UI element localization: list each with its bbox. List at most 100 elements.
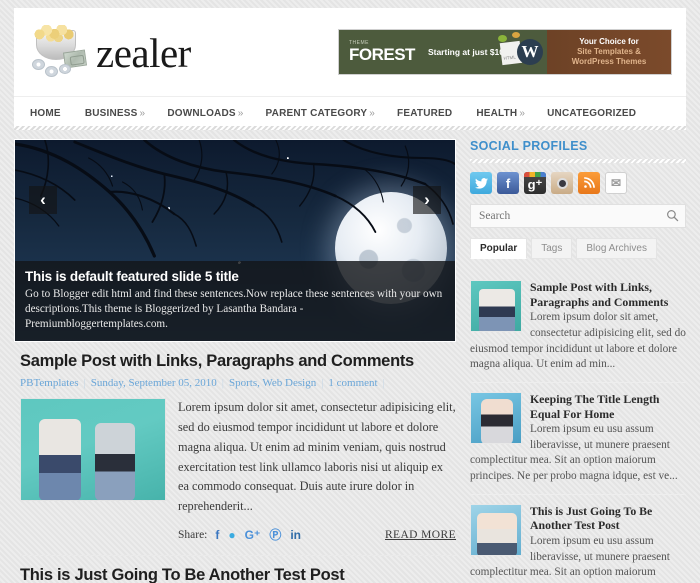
nav-item-business[interactable]: BUSINESS» [85,108,146,119]
main-column: ‹ › This is default featured slide 5 tit… [14,139,456,583]
popular-post-thumbnail[interactable] [470,280,522,332]
read-more-link[interactable]: READ MORE [385,529,456,541]
share-linkedin-icon[interactable]: in [290,528,301,542]
search-box [470,204,686,228]
tab-tags[interactable]: Tags [531,238,573,259]
chevron-right-icon: » [369,108,376,119]
featured-slider[interactable]: ‹ › This is default featured slide 5 tit… [14,139,456,342]
post-author-link[interactable]: PBTemplates [20,377,79,389]
post-item: This is Just Going To Be Another Test Po… [14,556,456,583]
share-row: Share: f ● G⁺ Ⓟ in READ MORE [178,526,456,543]
tab-popular[interactable]: Popular [470,238,528,259]
disc-icon [45,66,58,77]
post-title-link[interactable]: This is Just Going To Be Another Test Po… [20,566,456,583]
banner-right-panel: Your Choice for Site Templates & WordPre… [547,30,671,74]
meta-separator: | [382,376,385,389]
nav-item-health[interactable]: HEALTH» [476,108,525,119]
tab-blog-archives[interactable]: Blog Archives [576,238,657,259]
share-label: Share: [178,528,208,541]
share-facebook-icon[interactable]: f [215,528,219,542]
content-area: ‹ › This is default featured slide 5 tit… [14,139,686,583]
post-meta: PBTemplates | Sunday, September 05, 2010 | S… [20,377,456,389]
post-item: Sample Post with Links, Paragraphs and C… [14,342,456,557]
themeforest-logo: THEME FOREST [349,41,415,64]
themeforest-banner-ad[interactable]: THEME FOREST Starting at just $10 ▸ HTML… [338,29,672,75]
post-date-link[interactable]: Sunday, September 05, 2010 [91,377,217,389]
email-icon[interactable]: ✉ [605,172,627,194]
popular-post-item[interactable]: This is Just Going To Be Another Test Po… [470,495,686,583]
nav-label: PARENT CATEGORY [265,108,368,119]
popular-posts-widget: Sample Post with Links, Paragraphs and C… [470,271,686,583]
post-comments-link[interactable]: 1 comment [328,377,377,389]
food-blob-icon [512,32,520,38]
facebook-icon[interactable]: f [497,172,519,194]
site-header: zealer THEME FOREST Starting at just $10… [14,8,686,96]
share-googleplus-icon[interactable]: G⁺ [245,528,261,542]
post-categories-link[interactable]: Sports, Web Design [229,377,316,389]
twitter-bird-glyph [474,177,488,189]
banner-tagline-2: Site Templates & [577,47,641,56]
disc-icon [59,64,71,74]
nav-label: HOME [30,108,61,119]
site-logo[interactable]: zealer [30,25,191,80]
nav-item-parent-category[interactable]: PARENT CATEGORY» [266,108,375,119]
post-thumbnail[interactable] [20,397,166,501]
nav-label: DOWNLOADS [167,108,236,119]
post-text-block: Lorem ipsum dolor sit amet, consectetur … [178,398,456,543]
nav-item-home[interactable]: HOME [30,108,63,119]
search-icon[interactable] [666,209,679,222]
slider-prev-button[interactable]: ‹ [29,186,57,214]
banner-tagline-1: Your Choice for [579,37,639,46]
site-title: zealer [96,29,191,76]
post-excerpt: Lorem ipsum dolor sit amet, consectetur … [178,399,456,514]
social-icon-row: f g⁺ ✉ [470,172,686,194]
sidebar-tabs: Popular Tags Blog Archives [470,238,686,259]
camera-lens-glyph [556,177,568,189]
twitter-icon[interactable] [470,172,492,194]
popular-post-thumbnail[interactable] [470,391,522,444]
gplus-glyph: g⁺ [527,177,543,192]
site-container: zealer THEME FOREST Starting at just $10… [14,8,686,583]
nav-label: UNCATEGORIZED [547,108,637,119]
meta-separator: | [83,376,86,389]
nav-label: BUSINESS [84,108,138,119]
tree-branches-image [15,140,455,258]
chevron-right-icon: » [519,108,526,119]
banner-artwork: HTML W [493,30,551,74]
instagram-icon[interactable] [551,172,573,194]
popular-post-thumbnail[interactable] [470,503,522,556]
slide-title: This is default featured slide 5 title [25,268,239,284]
slider-next-button[interactable]: › [413,186,441,214]
banner-tagline-3: WordPress Themes [571,57,647,66]
wordpress-icon: W [517,39,543,65]
chevron-right-icon: » [139,108,146,119]
paper-label: HTML [503,54,517,61]
popular-post-item[interactable]: Keeping The Title Length Equal For Home … [470,383,686,495]
share-pinterest-icon[interactable]: Ⓟ [269,526,281,543]
post-title-link[interactable]: Sample Post with Links, Paragraphs and C… [20,352,456,372]
disc-icon [32,59,45,70]
meta-separator: | [221,376,224,389]
popcorn-shape [33,25,74,42]
rss-waves-glyph [584,177,595,188]
popular-post-item[interactable]: Sample Post with Links, Paragraphs and C… [470,271,686,383]
rss-icon[interactable] [578,172,600,194]
nav-item-downloads[interactable]: DOWNLOADS» [167,108,243,119]
popcorn-bowl-logo-icon [30,25,88,80]
nav-item-uncategorized[interactable]: UNCATEGORIZED [547,108,638,119]
nav-label: HEALTH [476,108,518,119]
slider-caption: This is default featured slide 5 title G… [15,260,455,341]
googleplus-icon[interactable]: g⁺ [524,172,546,194]
nav-item-featured[interactable]: FEATURED [397,108,454,119]
widget-rule [470,159,686,163]
nav-label: FEATURED [397,108,453,119]
share-twitter-icon[interactable]: ● [228,528,235,542]
sidebar: SOCIAL PROFILES f g⁺ ✉ Search Popular Ta… [456,139,686,583]
widget-title: SOCIAL PROFILES [470,139,588,153]
chevron-right-icon: » [237,108,244,119]
search-input[interactable] [470,204,686,228]
post-body: Lorem ipsum dolor sit amet, consectetur … [20,397,456,543]
main-navigation: HOME BUSINESS» DOWNLOADS» PARENT CATEGOR… [14,96,686,130]
banner-left-panel: THEME FOREST Starting at just $10 ▸ HTML… [339,30,547,74]
banner-brand-main: FOREST [349,45,415,64]
